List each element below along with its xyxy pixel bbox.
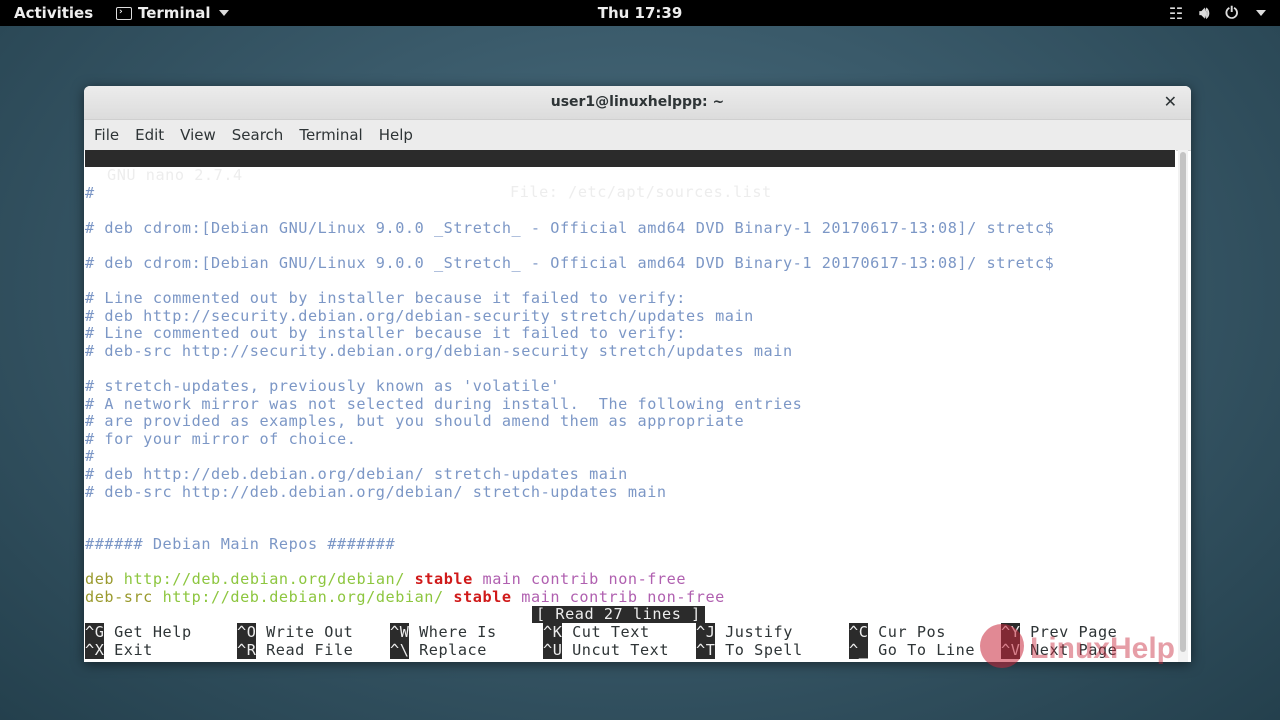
title-bar[interactable]: user1@linuxhelppp: ~ ✕ (84, 86, 1191, 120)
text-line: # deb-src http://security.debian.org/deb… (85, 342, 793, 360)
nano-status: [ Read 27 lines ] (532, 606, 705, 623)
repo-type: deb-src (85, 588, 153, 606)
text-line: # deb http://security.debian.org/debian-… (85, 307, 754, 325)
text-line: ###### Debian Main Repos ####### (85, 535, 396, 553)
chevron-down-icon (218, 10, 229, 16)
volume-icon[interactable]: 🔊︎ (1199, 3, 1209, 23)
text-line: # deb cdrom:[Debian GNU/Linux 9.0.0 _Str… (85, 254, 1055, 272)
text-line: # deb-src http://deb.debian.org/debian/ … (85, 483, 667, 501)
shortcut-label: Exit (114, 641, 153, 659)
nano-filename: File: /etc/apt/sources.list (510, 183, 772, 201)
shortcut-write-out[interactable]: ^O Write Out (237, 623, 354, 641)
repo-line: deb-src http://deb.debian.org/debian/ st… (85, 589, 725, 606)
shortcut-key: ^U (543, 641, 563, 659)
shortcut-label: Cut Text (572, 623, 650, 641)
nano-version: GNU nano 2.7.4 (107, 166, 243, 184)
shortcut-read-file[interactable]: ^R Read File (237, 641, 354, 659)
text-line: # (85, 184, 95, 202)
shortcut-uncut-text[interactable]: ^U Uncut Text (543, 641, 670, 659)
repo-type: deb (85, 570, 115, 588)
activities-button[interactable]: Activities (14, 4, 93, 22)
terminal-window: user1@linuxhelppp: ~ ✕ File Edit View Se… (84, 86, 1191, 662)
close-icon[interactable]: ✕ (1164, 92, 1177, 111)
shortcut-label: Next Page (1030, 641, 1118, 659)
shortcut-label: To Spell (725, 641, 803, 659)
repo-suite: stable (453, 588, 512, 606)
menu-help[interactable]: Help (379, 120, 425, 150)
text-line: # stretch-updates, previously known as '… (85, 377, 560, 395)
menu-file[interactable]: File (94, 120, 131, 150)
repo-url: http://deb.debian.org/debian/ (162, 588, 444, 606)
text-line: # Line commented out by installer becaus… (85, 324, 687, 342)
shortcut-label: Get Help (114, 623, 192, 641)
clock[interactable]: Thu 17:39 (598, 4, 683, 22)
shortcut-cur-pos[interactable]: ^C Cur Pos (849, 623, 946, 641)
shortcut-label: Where Is (419, 623, 497, 641)
terminal-icon: › (116, 6, 132, 20)
shortcut-label: Uncut Text (572, 641, 670, 659)
shortcut-label: Replace (419, 641, 487, 659)
shortcut-key: ^\ (390, 641, 410, 659)
shortcut-next-page[interactable]: ^V Next Page (1001, 641, 1118, 659)
repo-url: http://deb.debian.org/debian/ (123, 570, 405, 588)
repo-components: main contrib non-free (482, 570, 687, 588)
network-icon[interactable]: ☷ (1169, 4, 1183, 23)
shortcut-key: ^_ (849, 641, 869, 659)
shortcut-key: ^C (849, 623, 869, 641)
shortcut-label: Prev Page (1030, 623, 1118, 641)
repo-line: deb http://deb.debian.org/debian/ stable… (85, 571, 686, 588)
shortcut-key: ^Y (1001, 623, 1021, 641)
shortcut-exit[interactable]: ^X Exit (85, 641, 153, 659)
menu-search[interactable]: Search (232, 120, 296, 150)
shortcut-key: ^O (237, 623, 257, 641)
system-tray[interactable]: ☷ 🔊︎ ⏻ (1169, 3, 1266, 23)
text-line: # deb http://deb.debian.org/debian/ stre… (85, 465, 628, 483)
terminal-content[interactable]: GNU nano 2.7.4 File: /etc/apt/sources.li… (84, 150, 1176, 662)
shortcut-key: ^R (237, 641, 257, 659)
text-line: # for your mirror of choice. (85, 430, 357, 448)
menu-view[interactable]: View (180, 120, 228, 150)
shortcut-go-to-line[interactable]: ^_ Go To Line (849, 641, 976, 659)
menu-terminal[interactable]: Terminal (299, 120, 374, 150)
shortcut-label: Go To Line (878, 641, 976, 659)
shortcut-key: ^G (85, 623, 105, 641)
nano-header: GNU nano 2.7.4 File: /etc/apt/sources.li… (85, 150, 1175, 201)
shortcut-key: ^K (543, 623, 563, 641)
text-line: # Line commented out by installer becaus… (85, 289, 687, 307)
text-line: # A network mirror was not selected duri… (85, 395, 803, 413)
shortcut-replace[interactable]: ^\ Replace (390, 641, 487, 659)
shortcut-cut-text[interactable]: ^K Cut Text (543, 623, 650, 641)
shortcut-prev-page[interactable]: ^Y Prev Page (1001, 623, 1118, 641)
app-menu-label: Terminal (138, 4, 211, 22)
chevron-down-icon[interactable] (1256, 10, 1266, 16)
text-line: # deb cdrom:[Debian GNU/Linux 9.0.0 _Str… (85, 219, 1055, 237)
shortcut-key: ^X (85, 641, 105, 659)
power-icon[interactable]: ⏻ (1225, 3, 1238, 23)
menu-bar: File Edit View Search Terminal Help (84, 120, 1191, 151)
app-menu[interactable]: › Terminal (116, 4, 229, 22)
window-title: user1@linuxhelppp: ~ (550, 94, 725, 110)
shortcut-key: ^V (1001, 641, 1021, 659)
shortcut-label: Cur Pos (878, 623, 946, 641)
shortcut-key: ^W (390, 623, 410, 641)
repo-suite: stable (414, 570, 473, 588)
top-bar: Activities › Terminal Thu 17:39 ☷ 🔊︎ ⏻ (0, 0, 1280, 26)
scrollbar-thumb[interactable] (1180, 152, 1186, 652)
shortcut-get-help[interactable]: ^G Get Help (85, 623, 192, 641)
shortcut-where-is[interactable]: ^W Where Is (390, 623, 497, 641)
shortcut-to-spell[interactable]: ^T To Spell (696, 641, 803, 659)
shortcut-key: ^T (696, 641, 716, 659)
repo-components: main contrib non-free (521, 588, 725, 606)
shortcut-label: Justify (725, 623, 793, 641)
text-line: # are provided as examples, but you shou… (85, 412, 745, 430)
shortcut-label: Write Out (266, 623, 354, 641)
shortcut-key: ^J (696, 623, 716, 641)
text-line: # (85, 447, 95, 465)
scrollbar[interactable] (1178, 150, 1188, 662)
shortcut-label: Read File (266, 641, 354, 659)
menu-edit[interactable]: Edit (135, 120, 176, 150)
shortcut-justify[interactable]: ^J Justify (696, 623, 793, 641)
